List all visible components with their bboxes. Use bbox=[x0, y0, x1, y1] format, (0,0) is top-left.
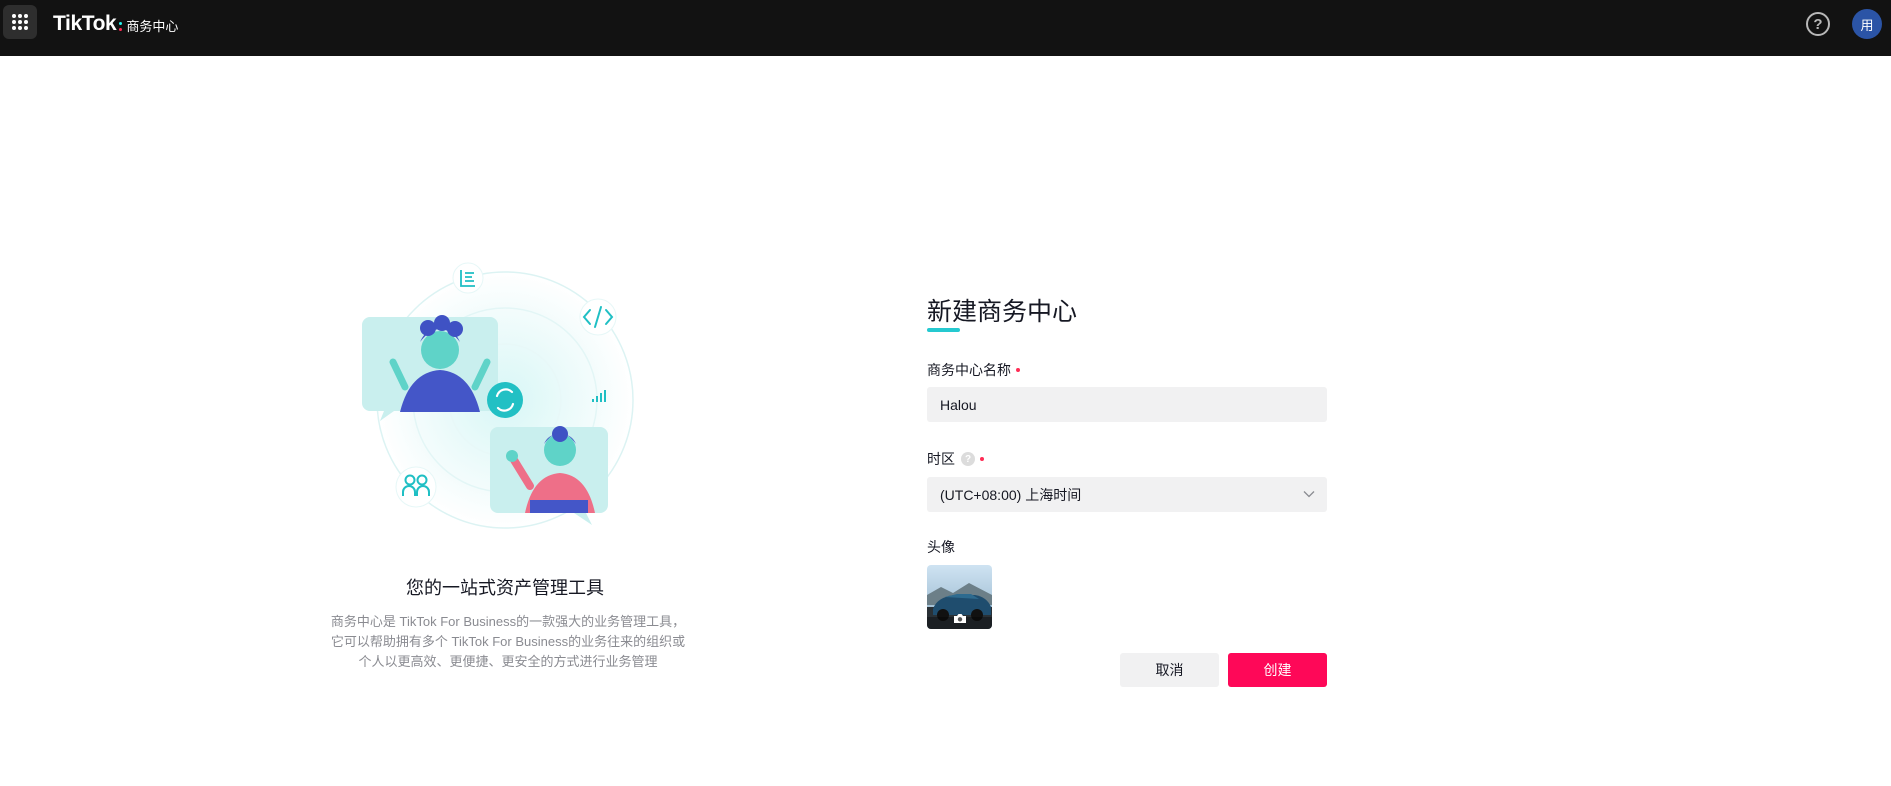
brand-name: TikTok bbox=[53, 12, 117, 35]
apps-menu-button[interactable] bbox=[3, 5, 37, 39]
timezone-selected-value: (UTC+08:00) 上海时间 bbox=[940, 486, 1082, 503]
help-icon[interactable]: ? bbox=[1806, 12, 1830, 36]
avatar-field-label: 头像 bbox=[927, 537, 955, 557]
title-underline bbox=[927, 328, 960, 332]
required-marker bbox=[1016, 368, 1020, 372]
user-avatar[interactable]: 用 bbox=[1852, 9, 1882, 39]
brand-logo[interactable]: TikTok 商务中心 bbox=[53, 11, 178, 37]
chevron-down-icon bbox=[1303, 491, 1315, 498]
person-card-pink bbox=[490, 426, 608, 525]
code-icon bbox=[579, 298, 617, 336]
name-label-text: 商务中心名称 bbox=[927, 362, 1011, 378]
intro-title: 您的一站式资产管理工具 bbox=[406, 578, 604, 598]
required-marker bbox=[980, 457, 984, 461]
create-button[interactable]: 创建 bbox=[1228, 653, 1327, 687]
person-card-blue bbox=[362, 315, 498, 421]
apps-grid-icon bbox=[12, 14, 28, 30]
timezone-select[interactable]: (UTC+08:00) 上海时间 bbox=[927, 477, 1327, 512]
intro-description: 商务中心是 TikTok For Business的一款强大的业务管理工具，它可… bbox=[330, 614, 686, 669]
timezone-help-icon[interactable]: ? bbox=[961, 452, 975, 466]
business-center-name-input[interactable] bbox=[927, 387, 1327, 422]
brand-subtitle: 商务中心 bbox=[126, 19, 179, 34]
avatar-upload[interactable] bbox=[927, 565, 992, 629]
cancel-button[interactable]: 取消 bbox=[1120, 653, 1219, 687]
page-title: 新建商务中心 bbox=[927, 298, 1078, 326]
sync-icon bbox=[487, 382, 523, 418]
brand-colon-mark bbox=[118, 19, 123, 33]
name-field-label: 商务中心名称 bbox=[927, 360, 1020, 380]
timezone-label-text: 时区 bbox=[927, 451, 955, 467]
business-center-illustration bbox=[362, 262, 634, 529]
document-icon bbox=[452, 262, 484, 294]
timezone-field-label: 时区 ? bbox=[927, 449, 984, 469]
top-navigation-bar: TikTok 商务中心 ? 用 bbox=[0, 0, 1891, 56]
avatar-label-text: 头像 bbox=[927, 539, 955, 555]
users-icon bbox=[395, 466, 437, 508]
camera-icon bbox=[954, 614, 966, 623]
